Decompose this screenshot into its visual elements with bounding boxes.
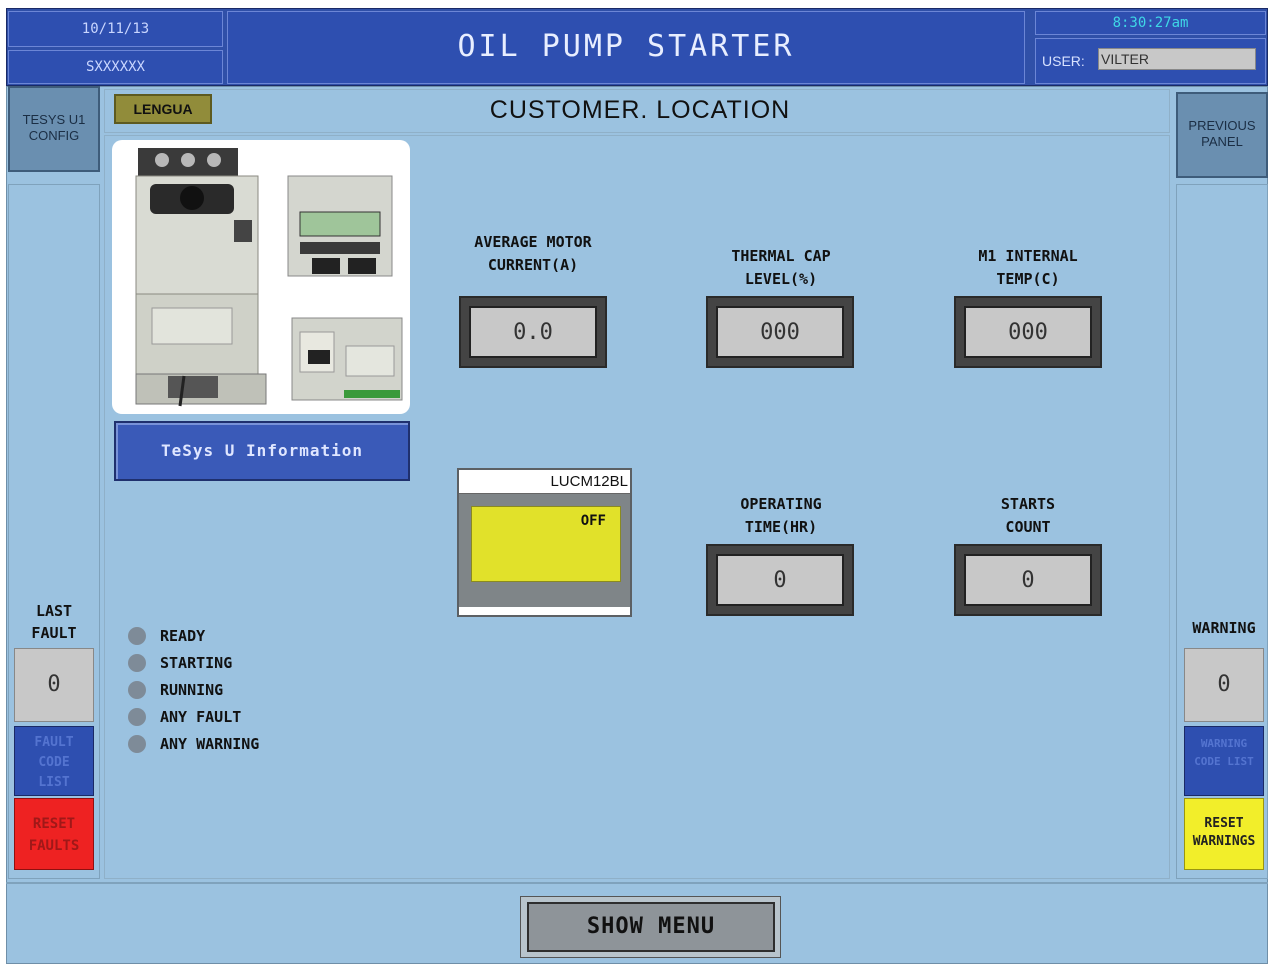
starts-count-value: 0 <box>964 554 1092 606</box>
user-label: USER: <box>1042 53 1085 69</box>
tesys-config-label: TESYS U1 CONFIG <box>22 112 86 143</box>
time-display: 8:30:27am <box>1112 15 1189 31</box>
internal-temp-readout: 000 <box>954 296 1102 368</box>
reset-faults-button[interactable]: RESET FAULTS <box>14 798 94 870</box>
status-any-warning: ANY WARNING <box>128 730 348 757</box>
status-led-list: READY STARTING RUNNING ANY FAULT ANY WAR… <box>128 622 348 757</box>
last-fault-label: LAST FAULT <box>8 600 100 644</box>
show-menu-label: SHOW MENU <box>586 914 716 939</box>
footer-divider <box>6 882 1268 884</box>
status-starting: STARTING <box>128 649 348 676</box>
internal-temp-label-1: M1 INTERNAL <box>978 247 1078 265</box>
status-led-icon <box>128 680 146 699</box>
starts-count-label: STARTS COUNT <box>928 493 1128 539</box>
title-box: OIL PUMP STARTER <box>227 11 1025 84</box>
time-box: 8:30:27am <box>1035 11 1266 35</box>
operating-time-label-2: TIME(HR) <box>744 518 818 536</box>
module-model: LUCM12BL <box>459 470 630 494</box>
internal-temp-label: M1 INTERNAL TEMP(C) <box>928 245 1128 291</box>
module-status-panel: LUCM12BL OFF <box>457 468 632 617</box>
status-led-icon <box>128 653 146 672</box>
tesys-info-button[interactable]: TeSys U Information <box>114 421 410 481</box>
date-display: 10/11/13 <box>81 21 150 37</box>
operating-time-readout: 0 <box>706 544 854 616</box>
starts-count-label-1: STARTS <box>1000 495 1056 513</box>
operating-time-label: OPERATING TIME(HR) <box>681 493 881 539</box>
last-fault-label-1: LAST <box>35 602 73 620</box>
warning-display: 0 <box>1184 648 1264 722</box>
fault-code-list-label: FAULT CODE LIST <box>34 735 74 790</box>
previous-panel-button[interactable]: PREVIOUS PANEL <box>1176 92 1268 178</box>
date-box: 10/11/13 <box>8 11 223 47</box>
status-running: RUNNING <box>128 676 348 703</box>
lengua-button[interactable]: LENGUA <box>114 94 212 124</box>
status-led-icon <box>128 707 146 726</box>
internal-temp-value: 000 <box>964 306 1092 358</box>
warning-label: WARNING <box>1192 619 1256 637</box>
internal-temp-label-2: TEMP(C) <box>996 270 1060 288</box>
avg-motor-current-value: 0.0 <box>469 306 597 358</box>
status-led-icon <box>128 734 146 753</box>
thermal-cap-label-1: THERMAL CAP <box>731 247 831 265</box>
module-state-indicator: OFF <box>471 506 621 582</box>
status-any-fault: ANY FAULT <box>128 703 348 730</box>
tesys-product-image <box>112 140 410 414</box>
module-footer-strip <box>459 607 630 615</box>
status-starting-label: STARTING <box>160 653 233 672</box>
avg-motor-current-label-2: CURRENT(A) <box>487 256 579 274</box>
operating-time-label-1: OPERATING <box>740 495 822 513</box>
location-title: CUSTOMER. LOCATION <box>489 96 791 124</box>
thermal-cap-label-2: LEVEL(%) <box>744 270 818 288</box>
warning-code-list-button[interactable]: WARNING CODE LIST <box>1184 726 1264 796</box>
status-any-warning-label: ANY WARNING <box>160 734 260 753</box>
user-field[interactable]: VILTER <box>1098 48 1256 70</box>
user-box: USER: VILTER <box>1035 38 1266 84</box>
previous-panel-label: PREVIOUS PANEL <box>1188 118 1256 149</box>
starts-count-label-2: COUNT <box>1005 518 1051 536</box>
reset-warnings-button[interactable]: RESET WARNINGS <box>1184 798 1264 870</box>
last-fault-display: 0 <box>14 648 94 722</box>
status-ready-label: READY <box>160 626 206 645</box>
status-any-fault-label: ANY FAULT <box>160 707 242 726</box>
thermal-cap-label: THERMAL CAP LEVEL(%) <box>681 245 881 291</box>
avg-motor-current-label-1: AVERAGE MOTOR <box>474 233 592 251</box>
fault-code-list-button[interactable]: FAULT CODE LIST <box>14 726 94 796</box>
starts-count-readout: 0 <box>954 544 1102 616</box>
page-title: OIL PUMP STARTER <box>457 29 795 64</box>
thermal-cap-value: 000 <box>716 306 844 358</box>
module-state-text: OFF <box>580 513 606 529</box>
operating-time-value: 0 <box>716 554 844 606</box>
reset-warnings-label: RESET WARNINGS <box>1192 816 1256 849</box>
serial-box: SXXXXXX <box>8 50 223 84</box>
tesys-info-label: TeSys U Information <box>160 441 364 460</box>
status-led-icon <box>128 626 146 645</box>
status-ready: READY <box>128 622 348 649</box>
last-fault-label-2: FAULT <box>31 624 77 642</box>
avg-motor-current-label: AVERAGE MOTOR CURRENT(A) <box>433 231 633 277</box>
avg-motor-current-readout: 0.0 <box>459 296 607 368</box>
tesys-config-button[interactable]: TESYS U1 CONFIG <box>8 86 100 172</box>
show-menu-button[interactable]: SHOW MENU <box>527 902 775 952</box>
reset-faults-label: RESET FAULTS <box>28 816 80 854</box>
tesys-product-illustration <box>135 148 403 407</box>
thermal-cap-readout: 000 <box>706 296 854 368</box>
status-running-label: RUNNING <box>160 680 224 699</box>
warning-code-list-label: WARNING CODE LIST <box>1194 737 1254 768</box>
serial-display: SXXXXXX <box>85 59 145 75</box>
